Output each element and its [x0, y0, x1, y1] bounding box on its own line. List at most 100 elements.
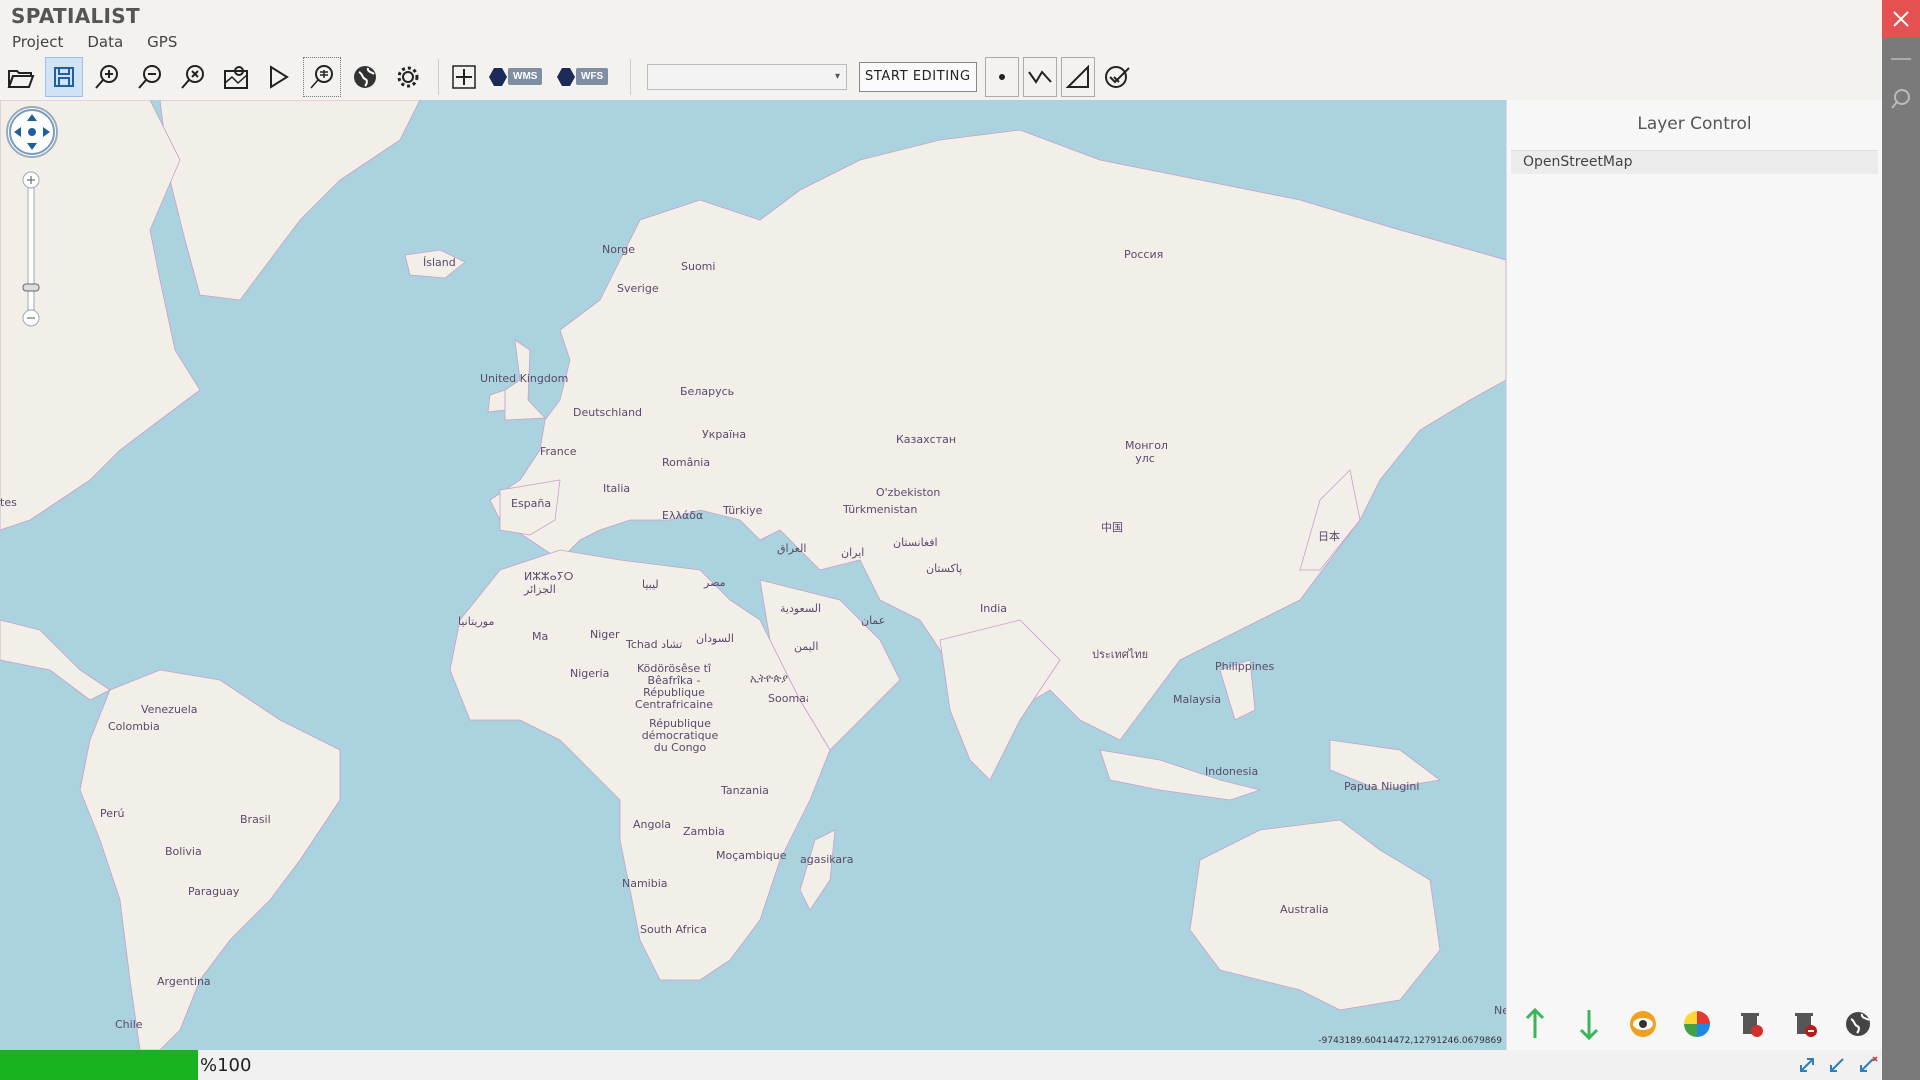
map-label: اليمن	[794, 640, 819, 653]
zoom-slider-track	[22, 171, 40, 327]
layer-actions	[1517, 1006, 1877, 1042]
window-side-strip	[1882, 0, 1920, 1080]
map-label: Ködörösêse tî Bêafrîka - République Cent…	[634, 662, 714, 711]
remove-layer-button[interactable]	[1733, 1006, 1769, 1042]
menu-data[interactable]: Data	[75, 31, 135, 53]
map-label: Ελλάδα	[662, 509, 704, 522]
map-label: Россия	[1124, 248, 1164, 261]
map-label: ليبيا	[642, 578, 659, 591]
map-label: Brasil	[240, 813, 271, 826]
color-wheel-icon	[1684, 1011, 1710, 1037]
wfs-label: WFS	[576, 68, 609, 85]
add-layer-button[interactable]	[445, 57, 483, 97]
edit-layer-dropdown[interactable]: ▾	[647, 63, 847, 90]
select-button[interactable]	[260, 57, 298, 97]
map-label: Venezuela	[141, 703, 198, 716]
toggle-visibility-button[interactable]	[1625, 1006, 1661, 1042]
map-label: Suomi	[681, 260, 716, 273]
minimize-window-button[interactable]	[1882, 40, 1920, 78]
layer-control-title: Layer Control	[1637, 114, 1752, 134]
close-icon	[1893, 11, 1909, 27]
draw-point-button[interactable]	[984, 56, 1019, 97]
map-label: Perú	[100, 807, 125, 820]
close-window-button[interactable]	[1882, 0, 1920, 38]
expand-icon[interactable]	[1798, 1056, 1818, 1074]
zoom-out-icon	[138, 64, 161, 89]
eye-icon	[1630, 1011, 1656, 1037]
start-editing-button[interactable]: START EDITING	[859, 61, 977, 92]
validate-button[interactable]	[1099, 57, 1137, 97]
coordinate-readout: -9743189.60414472,12791246.0679869	[1318, 1036, 1502, 1046]
double-check-icon	[1104, 65, 1130, 88]
trash-clear-icon	[1795, 1013, 1817, 1037]
map-label: Türkmenistan	[843, 503, 918, 516]
zoom-extent-button[interactable]	[174, 57, 212, 97]
layer-item-openstreetmap[interactable]: OpenStreetMap	[1511, 150, 1878, 174]
map-label: Angola	[633, 818, 672, 831]
toolbar-separator	[438, 58, 439, 95]
map-label: Беларусь	[680, 385, 735, 398]
open-folder-icon	[7, 69, 35, 88]
toolbar-separator	[630, 58, 631, 95]
map-label: ایران	[841, 546, 865, 559]
move-layer-up-button[interactable]	[1517, 1006, 1553, 1042]
toolbar: WMS WFS ▾ START EDITING	[0, 54, 1882, 99]
zoom-in-icon	[95, 64, 118, 89]
map-label: السعودية	[780, 602, 822, 615]
layer-control-panel: Layer Control OpenStreetMap	[1506, 100, 1882, 1050]
map-label: Argentina	[157, 975, 211, 988]
zoom-out-button[interactable]	[131, 57, 169, 97]
save-button[interactable]	[45, 56, 83, 97]
progress-text: %100	[200, 1055, 252, 1076]
settings-button[interactable]	[389, 57, 427, 97]
map-label: عمان	[861, 614, 886, 627]
map-label: Philippines	[1215, 660, 1275, 673]
map-view-button[interactable]	[217, 57, 255, 97]
zoom-extent-icon	[181, 64, 204, 89]
layer-projection-button[interactable]	[1841, 1006, 1877, 1042]
map-label: Namibia	[622, 877, 668, 890]
draw-line-button[interactable]	[1022, 56, 1057, 97]
polygon-icon	[1065, 64, 1089, 88]
identify-icon	[310, 64, 333, 88]
map-label: ኢትዮጵያ	[750, 672, 788, 685]
wms-button[interactable]: WMS	[488, 64, 550, 90]
progress-bar	[0, 1050, 198, 1080]
move-layer-down-button[interactable]	[1571, 1006, 1607, 1042]
menu-gps[interactable]: GPS	[135, 31, 189, 53]
globe-settings-button[interactable]	[346, 57, 384, 97]
map-label: ประเทศไทย	[1092, 648, 1149, 661]
map-label: Türkiye	[723, 504, 763, 517]
map-label: France	[540, 445, 577, 458]
minimize-icon	[1891, 58, 1911, 60]
menu-project[interactable]: Project	[0, 31, 75, 53]
collapse-icon[interactable]	[1828, 1056, 1848, 1074]
zoom-in-button[interactable]	[88, 57, 126, 97]
search-button[interactable]	[1882, 80, 1920, 118]
wfs-button[interactable]: WFS	[556, 64, 618, 90]
map-label: România	[662, 456, 711, 469]
map-label: Malaysia	[1173, 693, 1222, 706]
draw-polygon-button[interactable]	[1060, 56, 1095, 97]
save-icon	[54, 66, 74, 87]
clear-layer-button[interactable]	[1787, 1006, 1823, 1042]
pan-control[interactable]	[6, 106, 58, 158]
map-label: Colombia	[108, 720, 160, 733]
open-folder-button[interactable]	[2, 57, 40, 97]
fullscreen-close-icon[interactable]	[1858, 1056, 1878, 1074]
gear-icon	[397, 66, 419, 87]
map-label: Tchad تشاد	[626, 638, 683, 651]
line-icon	[1027, 69, 1052, 84]
layer-style-button[interactable]	[1679, 1006, 1715, 1042]
map-label: tes	[0, 496, 17, 509]
map-canvas[interactable]: Ísland Norge Suomi Sverige Россия United…	[0, 100, 1506, 1050]
zoom-slider[interactable]	[22, 170, 40, 330]
identify-button[interactable]	[303, 56, 341, 97]
map-label: Nigeria	[570, 667, 610, 680]
map-label: Zambia	[683, 825, 725, 838]
map-label: République démocratique du Congo	[641, 717, 719, 754]
map-label: United Kingdom	[480, 372, 569, 385]
map-label: Australia	[1280, 903, 1329, 916]
map-label: افغانستان	[893, 536, 938, 549]
map-label: ⵍⵣⵣⴰⵢⵔ الجزائر	[524, 570, 574, 596]
